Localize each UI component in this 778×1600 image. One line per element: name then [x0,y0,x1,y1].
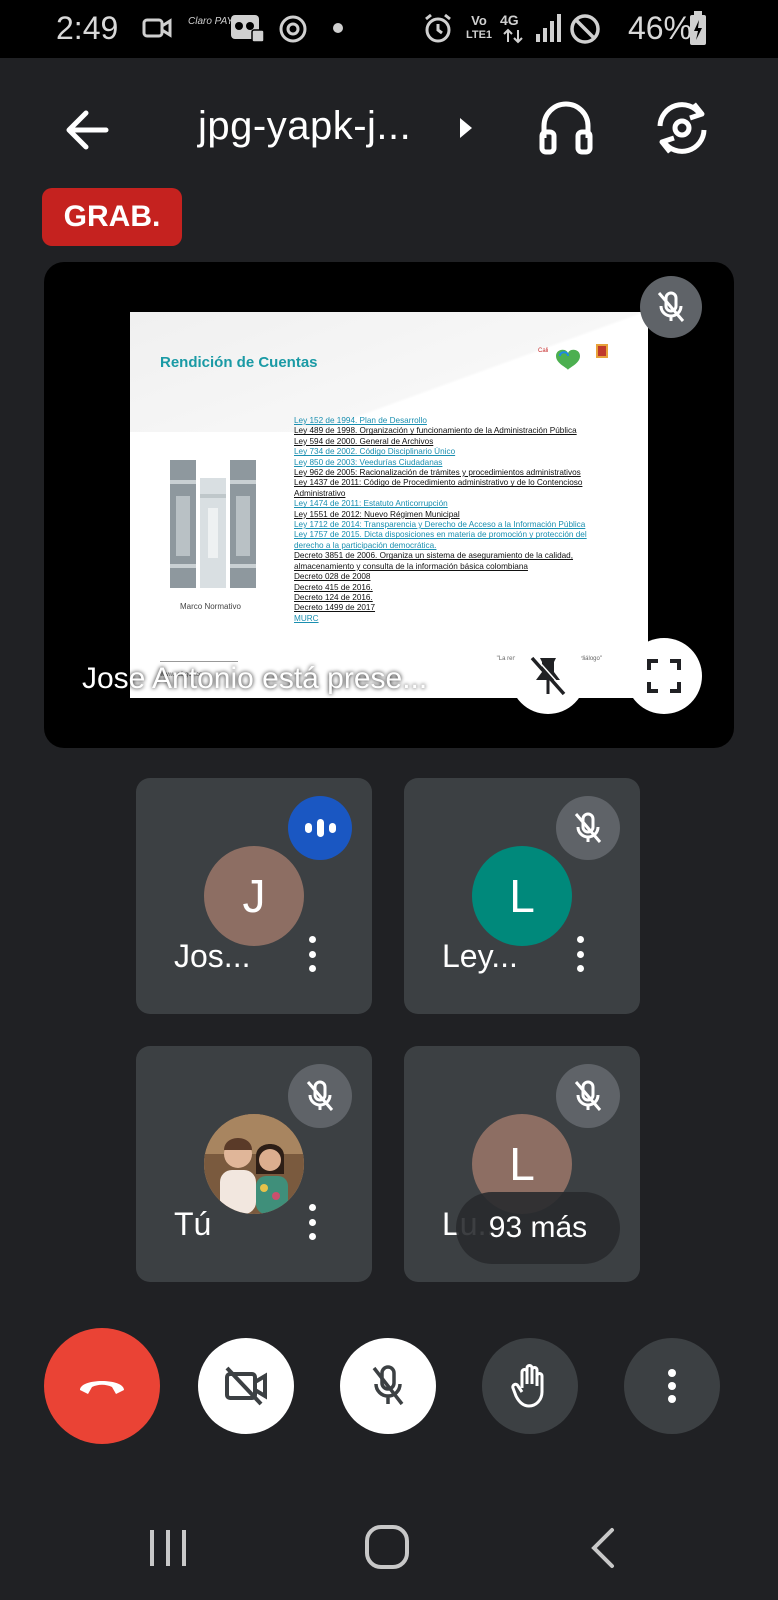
law-item: Decreto 1499 de 2017 [294,603,376,613]
participant-tile-2[interactable]: L Ley... [404,778,640,1014]
avatar: L [472,846,572,946]
more-vert-icon [668,1369,676,1403]
mic-off-icon [372,1365,404,1406]
signal-icon [536,14,561,42]
participant-tile-4[interactable]: L Lu... 93 más [404,1046,640,1282]
voicemail-icon [231,15,264,42]
law-item[interactable]: Ley 1712 de 2014: Transparencia y Derech… [294,520,614,530]
profile-photo-icon [204,1114,304,1214]
participant-name: Ley... [442,938,518,974]
fullscreen-button[interactable] [626,638,702,714]
audio-level-bar [316,819,324,837]
mic-off-indicator [556,796,620,860]
alarm-icon [425,13,451,43]
status-time: 2:49 [56,10,119,46]
recording-badge: GRAB. [42,188,182,246]
unpin-icon [530,655,567,696]
presenter-mic-off-indicator [640,276,702,338]
presentation-tile[interactable]: Rendición de Cuentas Cali Marco Normativ… [44,262,734,748]
data-arrows-icon [503,28,523,44]
law-item[interactable]: Ley 1757 de 2015. Dicta disposiciones en… [294,530,614,540]
end-call-button[interactable] [44,1328,160,1444]
law-item[interactable]: MURC [294,614,614,624]
law-item: Decreto 415 de 2016. [294,582,373,592]
cali-logo-icon: Cali [538,344,608,370]
participant-name: Jos... [174,938,251,974]
law-item: Ley 594 de 2000. General de Archivos [294,436,434,446]
books-illustration [170,460,256,588]
law-item: Decreto 124 de 2016. [294,592,373,602]
end-call-icon [80,1381,124,1394]
fullscreen-icon [647,659,681,693]
law-item[interactable]: derecho a la participación democrática. [294,541,614,551]
recent-apps-icon[interactable] [148,1528,188,1568]
more-vert-icon[interactable] [300,1200,324,1244]
law-item[interactable]: Ley 1474 de 2011: Estatuto Anticorrupció… [294,499,614,509]
audio-level-bar [304,823,312,833]
avatar: J [204,846,304,946]
switch-camera-icon[interactable] [650,96,714,160]
law-item: almacenamiento y consulta de la informac… [294,561,528,571]
more-participants-chip[interactable]: 93 más [456,1192,620,1264]
network-lte-label: LTE1 [465,29,493,41]
presenter-label: Jose Antonio está prese... [82,662,428,695]
law-item: Decreto 028 de 2008 [294,572,371,582]
raise-hand-button[interactable] [482,1338,578,1434]
network-volte-label: Vo [471,13,487,28]
raise-hand-icon [511,1364,544,1408]
video-camera-icon [142,18,172,38]
slide-caption: Marco Normativo [180,602,241,611]
more-vert-icon[interactable] [300,932,324,976]
carrier-label: Claro PAY [188,16,234,27]
audio-level-bar [328,823,336,833]
shared-slide: Rendición de Cuentas Cali Marco Normativ… [130,312,648,698]
law-item: Ley 1437 de 2011: Código de Procedimient… [294,478,583,488]
avatar-photo [204,1114,304,1214]
cali-logo-text: Cali [538,348,548,354]
law-item: Ley 489 de 1998. Organización y funciona… [294,426,577,436]
mic-off-icon [306,1080,334,1111]
law-item: Administrativo [294,488,346,498]
battery-charging-icon [690,11,706,45]
status-bar: 2:49 Claro PAY Vo LTE1 4G 46% [0,0,778,58]
mic-off-icon [574,1080,602,1111]
notification-dot-icon [333,23,343,33]
participant-name: Tú [174,1206,212,1242]
participant-tile-self[interactable]: Tú [136,1046,372,1282]
slide-logos: Cali [538,338,618,374]
mic-off-indicator [556,1064,620,1128]
law-item[interactable]: Ley 734 de 2002. Código Disciplinario Ún… [294,447,614,457]
battery-percent: 46% [627,10,692,46]
more-options-button[interactable] [624,1338,720,1434]
meeting-header: jpg-yapk-j... [0,58,778,198]
unpin-button[interactable] [510,638,586,714]
more-vert-icon[interactable] [568,932,592,976]
network-4g-label: 4G [500,12,519,28]
meeting-code[interactable]: jpg-yapk-j... [198,104,411,149]
law-item[interactable]: Ley 850 de 2003: Veedurías Ciudadanas [294,458,614,468]
home-icon[interactable] [364,1524,410,1570]
law-item: Decreto 3851 de 2006. Organiza un sistem… [294,551,574,561]
law-item: Ley 962 de 2005: Racionalización de trám… [294,468,581,478]
mic-off-icon [657,291,685,322]
do-not-disturb-icon [570,14,600,44]
system-nav-bar [0,1484,778,1600]
chevron-right-icon[interactable] [456,114,476,142]
law-item: Ley 1551 de 2012: Nuevo Régimen Municipa… [294,509,460,519]
chrome-icon [279,15,307,43]
camera-toggle-button[interactable] [198,1338,294,1434]
camera-off-icon [225,1366,267,1406]
law-item[interactable]: Ley 152 de 1994. Plan de Desarrollo [294,416,614,426]
participant-tile-1[interactable]: J Jos... [136,778,372,1014]
back-arrow-icon[interactable] [58,100,118,160]
headphones-icon[interactable] [534,96,598,160]
speaking-indicator [288,796,352,860]
mic-off-icon [574,812,602,843]
slide-title: Rendición de Cuentas [160,354,318,371]
law-list: Ley 152 de 1994. Plan de Desarrollo Ley 4… [294,416,614,624]
mic-toggle-button[interactable] [340,1338,436,1434]
nav-back-icon[interactable] [588,1526,618,1570]
mic-off-indicator [288,1064,352,1128]
